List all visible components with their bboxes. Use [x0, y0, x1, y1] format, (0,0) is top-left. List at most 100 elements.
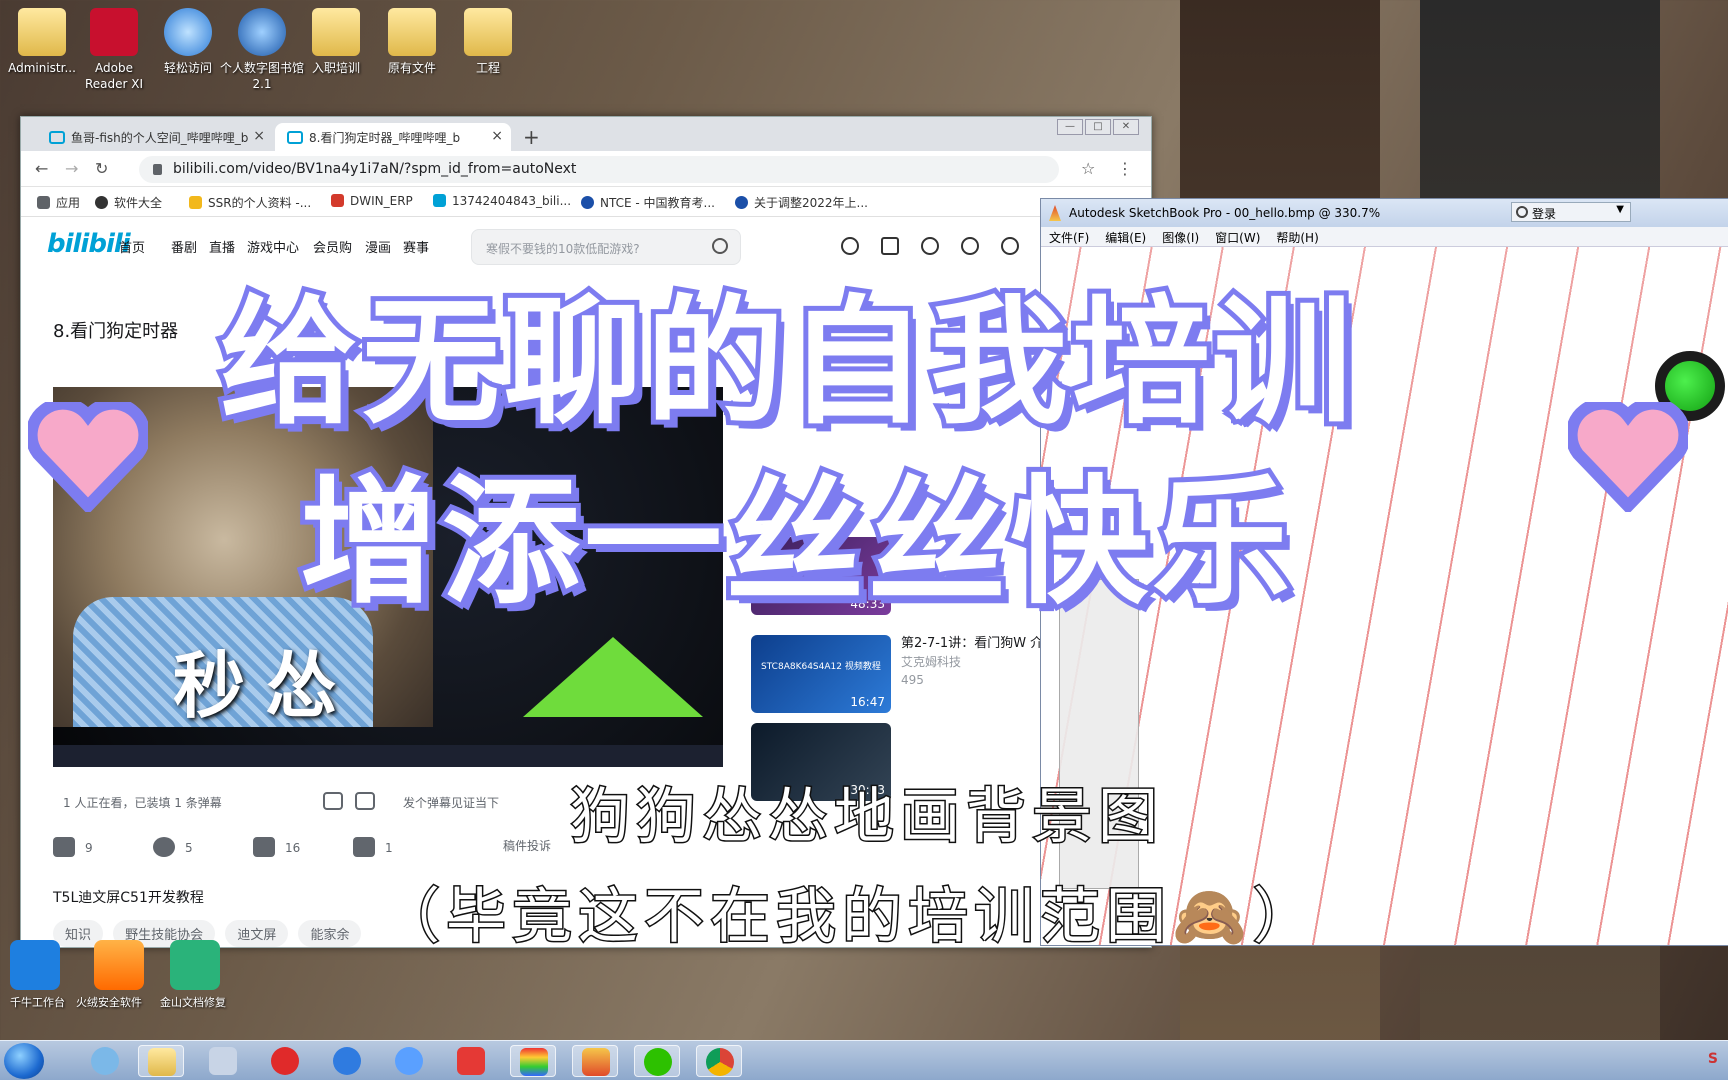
- wps-icon: [457, 1047, 485, 1075]
- menu-icon[interactable]: ⋮: [1117, 159, 1133, 178]
- menu-image[interactable]: 图像(I): [1154, 227, 1207, 246]
- taskbar-app-explorer[interactable]: [138, 1045, 184, 1077]
- left-heart-icon: [28, 402, 148, 512]
- desktop-icon-old-files[interactable]: 原有文件: [370, 8, 454, 76]
- recommend-title[interactable]: 第2-7-1讲：看门狗W 介绍: [901, 635, 1056, 653]
- recommend-thumbnail: STC8A8K64S4A12 视频教程 16:47: [751, 635, 891, 713]
- recommend-author[interactable]: 艾克姆科技: [901, 653, 1056, 671]
- taskbar-app-dwin[interactable]: [510, 1045, 556, 1077]
- tray-sogou-icon[interactable]: S: [1708, 1051, 1718, 1067]
- danmaku-settings-icon[interactable]: [355, 792, 375, 810]
- calculator-icon: [209, 1047, 237, 1075]
- tag-item[interactable]: 能家余: [298, 920, 362, 947]
- penguin-icon: [91, 1047, 119, 1075]
- desktop-icon-adobe-reader[interactable]: Adobe Reader XI: [72, 8, 156, 92]
- bookmark-label: 关于调整2022年上...: [754, 196, 868, 210]
- desktop-icon-onboarding[interactable]: 入职培训: [294, 8, 378, 76]
- close-tab-icon[interactable]: ×: [253, 128, 265, 144]
- bookmark-ntce[interactable]: NTCE - 中国教育考...: [581, 194, 715, 211]
- login-label: 登录: [1532, 207, 1557, 221]
- dock-label: 千牛工作台: [10, 996, 65, 1009]
- like-icon: [53, 837, 75, 857]
- bilibili-tv-icon: [433, 194, 446, 207]
- recommend-views: 495: [901, 673, 924, 687]
- bookmark-ssr[interactable]: SSR的个人资料 -...: [189, 194, 311, 211]
- taskbar-app-wechat[interactable]: [634, 1045, 680, 1077]
- bookmark-dwin-erp[interactable]: DWIN_ERP: [331, 194, 413, 208]
- video-duration: 16:47: [850, 695, 885, 709]
- lock-icon: [153, 164, 162, 175]
- bookmark-label: 软件大全: [114, 196, 163, 210]
- desktop-icon-accessibility[interactable]: 轻松访问: [146, 8, 230, 76]
- star-bookmark-icon[interactable]: ☆: [1081, 159, 1095, 178]
- favorite-count: 16: [285, 841, 301, 855]
- favorite-button[interactable]: 16: [253, 837, 300, 857]
- menu-edit[interactable]: 编辑(E): [1097, 227, 1154, 246]
- menu-window[interactable]: 窗口(W): [1207, 227, 1268, 246]
- maximize-button[interactable]: □: [1085, 119, 1111, 135]
- taskbar-app-chrome[interactable]: [696, 1045, 742, 1077]
- taskbar-app-sogou[interactable]: [324, 1045, 370, 1077]
- close-tab-icon[interactable]: ×: [491, 128, 503, 144]
- coin-button[interactable]: 5: [153, 837, 193, 857]
- like-button[interactable]: 9: [53, 837, 93, 857]
- tab-fish-space[interactable]: 鱼哥-fish的个人空间_哔哩哔哩_b ×: [37, 123, 273, 151]
- nav-anime[interactable]: 番剧: [171, 237, 197, 256]
- taskbar-app-sketchbook[interactable]: [572, 1045, 618, 1077]
- tab-strip: 鱼哥-fish的个人空间_哔哩哔哩_b × 8.看门狗定时器_哔哩哔哩_b × …: [21, 117, 1151, 151]
- taskbar-app-netease[interactable]: [262, 1045, 308, 1077]
- bilibili-logo[interactable]: bilibili: [47, 229, 131, 259]
- menu-file[interactable]: 文件(F): [1041, 227, 1097, 246]
- danmaku-status: 1 人正在看，已装填 1 条弹幕: [63, 796, 222, 810]
- taskbar-app-calculator[interactable]: [200, 1045, 246, 1077]
- bookmark-label: SSR的个人资料 -...: [208, 196, 312, 210]
- headline-line-2: 增添一丝丝快乐: [295, 457, 1295, 628]
- desktop-icon-project[interactable]: 工程: [446, 8, 530, 76]
- dwin-tool-icon: [520, 1048, 548, 1076]
- url-input[interactable]: bilibili.com/video/BV1na4y1i7aN/?spm_id_…: [139, 156, 1059, 183]
- forward-icon[interactable]: →: [65, 159, 78, 178]
- start-button-icon[interactable]: [4, 1043, 44, 1079]
- new-tab-button[interactable]: +: [523, 125, 540, 149]
- qianniu-icon[interactable]: [10, 940, 60, 990]
- folder-icon: [312, 8, 360, 56]
- menu-help[interactable]: 帮助(H): [1268, 227, 1326, 246]
- video-description: T5L迪文屏C51开发教程: [53, 890, 204, 906]
- desktop-icon-label: 工程: [475, 61, 500, 75]
- bookmark-label: NTCE - 中国教育考...: [600, 196, 715, 210]
- back-icon[interactable]: ←: [35, 159, 48, 178]
- user-icon: [1516, 206, 1528, 218]
- taskbar-app-wps[interactable]: [448, 1045, 494, 1077]
- bilibili-tv-icon: [287, 131, 303, 144]
- taskbar-app-network[interactable]: [386, 1045, 432, 1077]
- danmaku-input[interactable]: 发个弹幕见证当下: [403, 794, 499, 811]
- desktop-icon-label: 轻松访问: [163, 61, 212, 75]
- danmaku-toggle-icon[interactable]: [323, 792, 343, 810]
- bookmark-bili-account[interactable]: 13742404843_bili...: [433, 194, 571, 208]
- nav-home[interactable]: 首页: [119, 237, 145, 256]
- desktop-icon-label: 个人数字图书馆2.1: [220, 61, 305, 91]
- tab-title: 8.看门狗定时器_哔哩哔哩_b: [309, 131, 461, 145]
- dwin-icon: [331, 194, 344, 207]
- desktop-icon-digital-library[interactable]: 个人数字图书馆2.1: [220, 8, 304, 92]
- share-button[interactable]: 1: [353, 837, 393, 857]
- network-icon: [395, 1047, 423, 1075]
- folder-icon: [388, 8, 436, 56]
- reload-icon[interactable]: ↻: [95, 159, 108, 178]
- bookmark-software[interactable]: 软件大全: [95, 194, 162, 211]
- bookmark-apps[interactable]: 应用: [37, 194, 80, 211]
- login-dropdown[interactable]: 登录 ▼: [1511, 202, 1631, 222]
- folder-icon: [18, 8, 66, 56]
- report-link[interactable]: 稿件投诉: [503, 837, 551, 854]
- kingsoft-docs-icon[interactable]: [170, 940, 220, 990]
- minimize-button[interactable]: —: [1057, 119, 1083, 135]
- video-screen-taskbar: [53, 745, 723, 767]
- software-icon: [95, 196, 108, 209]
- huorong-icon[interactable]: [94, 940, 144, 990]
- bookmark-2022-notice[interactable]: 关于调整2022年上...: [735, 194, 868, 211]
- bookmarks-bar: 应用 软件大全 SSR的个人资料 -... DWIN_ERP 137424048…: [21, 187, 1151, 217]
- headline-line-1: 给无聊的自我培训: [215, 277, 1357, 448]
- close-window-button[interactable]: ✕: [1113, 119, 1139, 135]
- taskbar-app-qq[interactable]: [82, 1045, 128, 1077]
- tab-watchdog-video[interactable]: 8.看门狗定时器_哔哩哔哩_b ×: [275, 123, 511, 151]
